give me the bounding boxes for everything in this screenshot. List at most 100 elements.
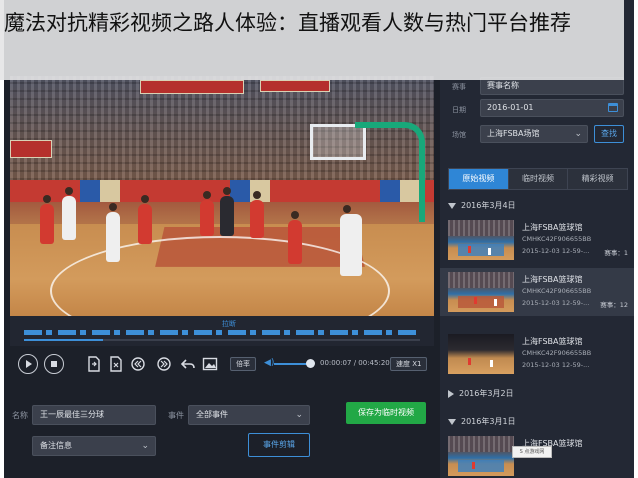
date-group-header[interactable]: 2016年3月1日 (448, 416, 516, 427)
name-input-value: 王一辰最佳三分球 (40, 410, 104, 419)
clip-time: 2015-12-03 12-59-... (522, 247, 590, 255)
clip-code: CMHKC42F906655BB (522, 235, 592, 243)
player-red (200, 191, 214, 236)
clip-thumbnail (448, 436, 514, 476)
date-input-value: 2016-01-01 (487, 103, 534, 112)
player-white (62, 187, 76, 240)
thumbnail-court (458, 296, 504, 308)
forward-button[interactable] (154, 354, 174, 374)
save-temp-video-button[interactable]: 保存为临时视频 (346, 402, 426, 424)
player-red (250, 191, 264, 238)
player-red (138, 195, 152, 244)
clip-title: 上海FSBA篮球馆 (522, 223, 583, 232)
undo-button[interactable] (178, 354, 198, 374)
clip-title: 上海FSBA篮球馆 (522, 337, 583, 346)
clip-time: 2015-12-03 12-59-... (522, 299, 590, 307)
thumbnail-stands (448, 436, 514, 452)
volume-slider-knob[interactable] (306, 359, 315, 368)
event-select[interactable]: 全部事件 ⌄ (188, 405, 310, 425)
player-controls: 倍率 ◀) 00:00:07 / 00:45:20 速度 X1 (10, 346, 434, 384)
date-group-label: 2016年3月1日 (461, 417, 516, 426)
list-item-clip[interactable]: 上海FSBA篮球馆 CMHKC42F906655BB 2015-12-03 12… (440, 216, 634, 264)
expand-down-icon (448, 418, 456, 425)
clip-time: 2015-12-03 12-59-... (522, 361, 590, 369)
note-select-value: 备注信息 (40, 441, 72, 450)
player-white (106, 203, 120, 262)
thumbnail-court (458, 244, 504, 256)
speed-button[interactable]: 速度 X1 (390, 357, 428, 371)
clip-title: 上海FSBA篮球馆 (522, 275, 583, 284)
expand-right-icon (448, 389, 454, 398)
date-input[interactable]: 2016-01-01 (480, 99, 624, 117)
video-type-tabs: 原始视频 临时视频 精彩视频 (448, 168, 628, 190)
video-player[interactable] (10, 76, 434, 316)
venue-select[interactable]: 上海FSBA场馆 ⌄ (480, 125, 588, 143)
name-input[interactable]: 王一辰最佳三分球 (32, 405, 156, 425)
title-overlay: 魔法对抗精彩视频之路人体验：直播观看人数与热门平台推荐 (0, 0, 624, 80)
time-total: 00:45:20 (358, 359, 390, 367)
thumbnail-stands (448, 220, 514, 236)
tab-original-video[interactable]: 原始视频 (449, 169, 509, 189)
stop-icon (51, 361, 57, 367)
thumbnail-player (472, 462, 475, 469)
thumbnail-player (494, 299, 497, 306)
list-item-clip-selected[interactable]: 上海FSBA篮球馆 CMHKC42F906655BB 2015-12-03 12… (440, 268, 634, 316)
video-library-panel: 赛事 赛事名称 日期 2016-01-01 场馆 上海FSBA场馆 ⌄ 查找 原… (440, 76, 634, 478)
image-icon (202, 357, 218, 371)
rate-button[interactable]: 倍率 (230, 357, 256, 371)
venue-label: 场馆 (452, 131, 466, 139)
timeline-marker-label: 拉断 (222, 320, 236, 328)
player-black (220, 187, 234, 236)
play-button[interactable] (18, 354, 38, 374)
volume-icon[interactable]: ◀) (264, 358, 274, 368)
clip-timeline[interactable]: 拉断 (10, 316, 434, 346)
clip-match: 赛事：12 (600, 301, 628, 309)
event-select-value: 全部事件 (196, 410, 228, 419)
volume-slider-track[interactable] (274, 363, 310, 365)
rewind-icon (131, 357, 145, 371)
mark-in-button[interactable] (84, 354, 104, 374)
stop-button[interactable] (44, 354, 64, 374)
list-item-clip[interactable]: 上海FSBA篮球馆 CMHKC42F906655BB 2015-12-03 12… (440, 330, 634, 378)
tab-temp-video[interactable]: 临时视频 (508, 169, 569, 189)
date-group-header[interactable]: 2016年3月4日 (448, 200, 516, 211)
event-label: 事件 (168, 411, 184, 420)
site-watermark: S 点游戏网 (512, 446, 552, 458)
player-red (288, 211, 302, 264)
thumbnail-stands (448, 272, 514, 288)
time-separator: / (353, 359, 357, 367)
article-title: 魔法对抗精彩视频之路人体验：直播观看人数与热门平台推荐 (4, 11, 571, 35)
clip-thumbnail (448, 334, 514, 374)
clip-thumbnail (448, 220, 514, 260)
match-input-placeholder: 赛事名称 (487, 81, 519, 90)
playback-progress-fill (24, 339, 104, 341)
arena-banner-top (140, 80, 244, 94)
timeline-event-markers[interactable] (24, 330, 420, 335)
clip-code: CMHKC42F906655BB (522, 287, 592, 295)
chevron-down-icon: ⌄ (141, 441, 149, 451)
snapshot-button[interactable] (200, 354, 220, 374)
tab-highlight-video[interactable]: 精彩视频 (568, 169, 628, 189)
thumbnail-player (474, 297, 477, 304)
calendar-icon[interactable] (608, 103, 618, 112)
time-current: 00:00:07 (320, 359, 352, 367)
playback-progress-track[interactable] (24, 339, 420, 341)
note-select[interactable]: 备注信息 ⌄ (32, 436, 156, 456)
fast-forward-icon (157, 357, 171, 371)
mark-out-button[interactable] (106, 354, 126, 374)
clip-form: 名称 王一辰最佳三分球 事件 全部事件 ⌄ 保存为临时视频 备注信息 ⌄ 事件剪… (4, 388, 436, 478)
undo-icon (180, 359, 195, 369)
expand-down-icon (448, 202, 456, 209)
player-white-foreground (340, 205, 362, 276)
cut-file-icon (110, 356, 122, 372)
date-group-header[interactable]: 2016年3月2日 (448, 388, 514, 399)
clip-code: CMHKC42F906655BB (522, 349, 592, 357)
search-button[interactable]: 查找 (594, 125, 624, 143)
clip-match: 赛事：1 (604, 249, 628, 257)
thumbnail-player (468, 358, 471, 365)
arena-banner-top-right (260, 80, 330, 92)
thumbnail-player (490, 360, 493, 367)
export-file-icon (88, 356, 100, 372)
event-edit-button[interactable]: 事件剪辑 (248, 433, 310, 457)
rewind-button[interactable] (128, 354, 148, 374)
